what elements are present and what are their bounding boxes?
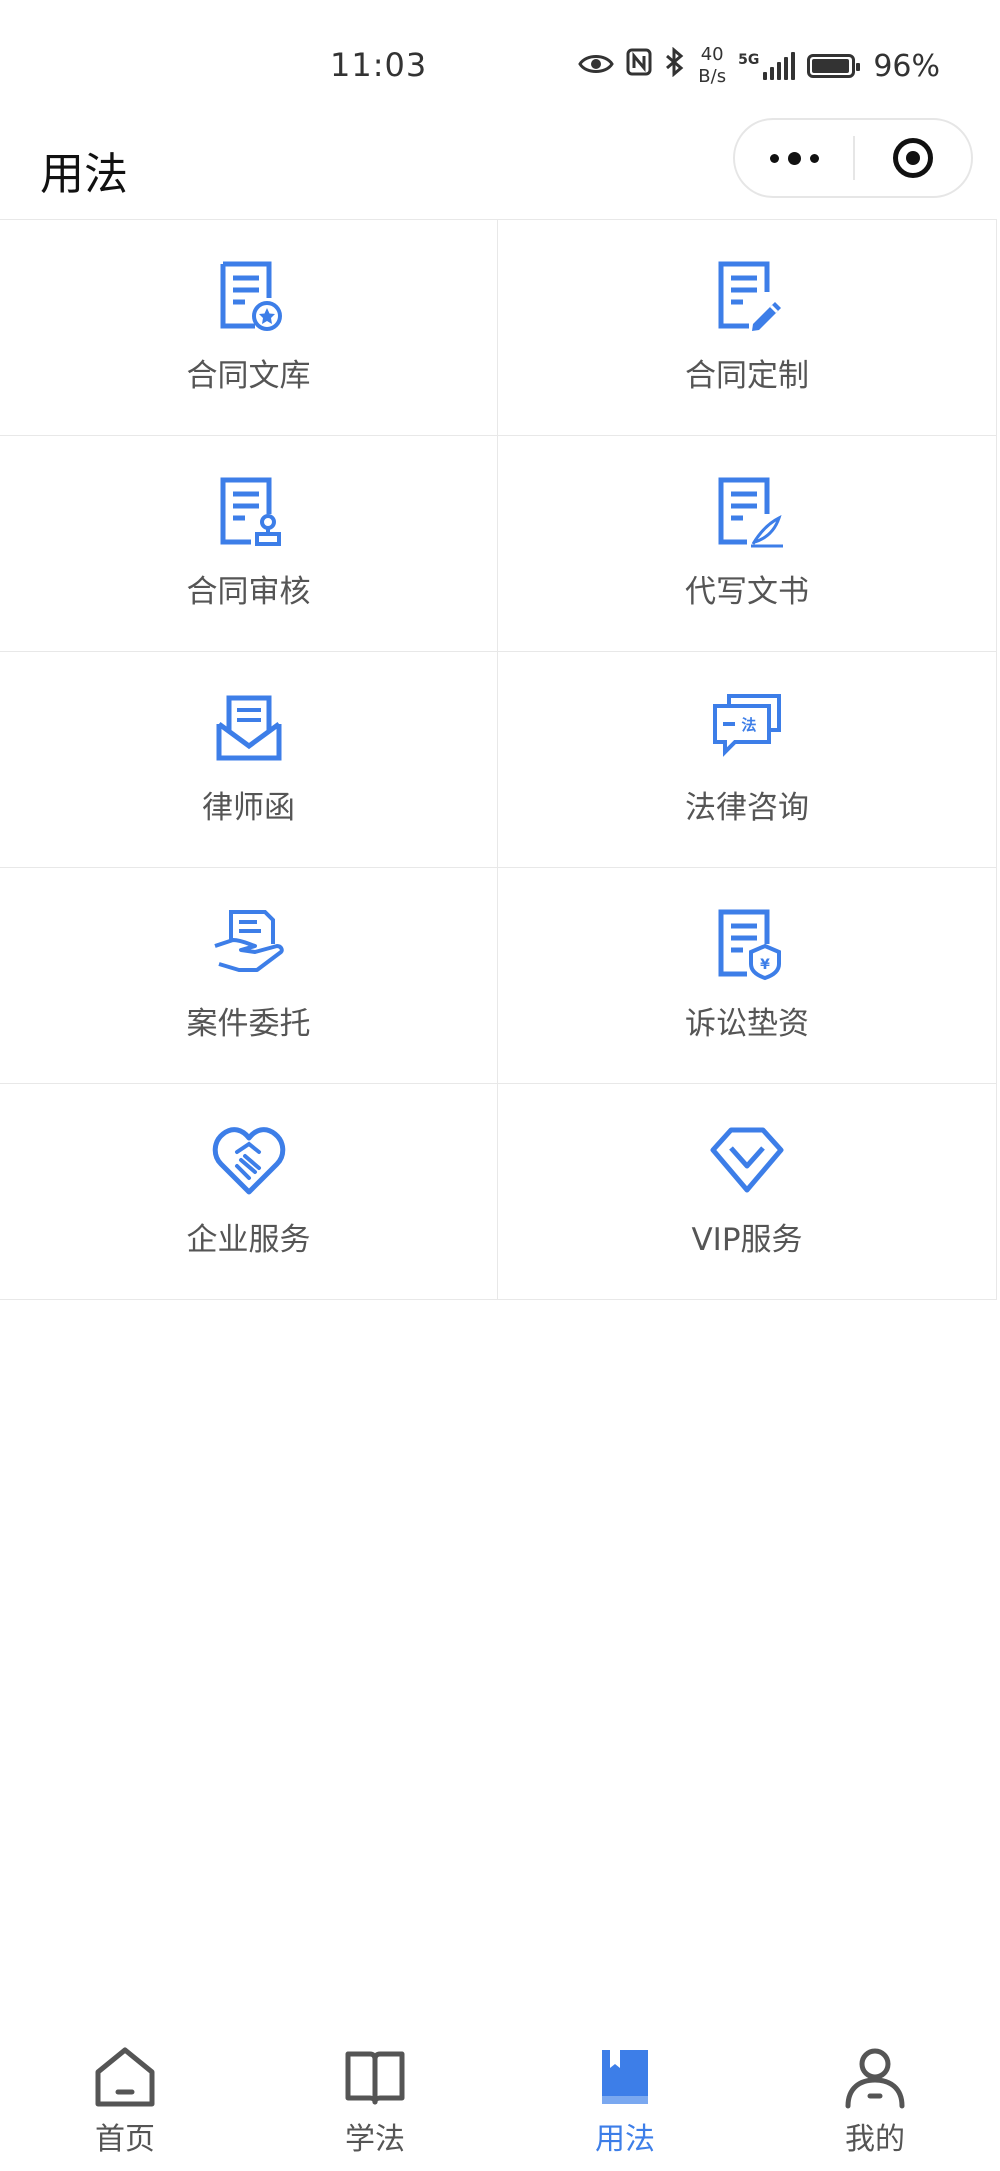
net-speed-unit: B/s (698, 66, 727, 87)
service-label: 律师函 (202, 790, 295, 826)
network-type: 5G (738, 52, 760, 68)
legal-consult-icon: 法 (713, 694, 781, 757)
enterprise-service-icon (212, 1127, 285, 1195)
svg-text:法: 法 (741, 716, 756, 734)
service-label: 企业服务 (186, 1222, 311, 1258)
battery-percent: 96% (873, 48, 940, 84)
tab-mine[interactable]: 我的 (750, 2030, 1000, 2171)
tab-bar: 首页 学法 用法 我的 (0, 2030, 1000, 2171)
tab-label: 用法 (595, 2122, 655, 2157)
tab-learn[interactable]: 学法 (250, 2030, 500, 2171)
status-icons: 40 B/s 5G 96% (578, 44, 940, 88)
nav-bar: 用法 (0, 118, 1000, 218)
page-title: 用法 (40, 149, 128, 200)
lawyer-letter-icon (216, 695, 281, 761)
service-vip[interactable]: VIP服务 (498, 1084, 997, 1300)
nfc-icon (626, 48, 652, 84)
service-enterprise[interactable]: 企业服务 (0, 1084, 498, 1300)
book-icon (345, 2051, 405, 2105)
service-label: 案件委托 (186, 1006, 311, 1042)
vip-service-icon (710, 1127, 784, 1193)
svg-text:¥: ¥ (760, 957, 770, 973)
bluetooth-icon (664, 46, 686, 85)
net-speed-value: 40 (700, 44, 724, 65)
close-button[interactable] (855, 138, 971, 178)
contract-review-icon (220, 477, 281, 546)
service-contract-custom[interactable]: 合同定制 (498, 220, 997, 436)
mini-program-capsule (733, 118, 973, 198)
tab-label: 我的 (845, 2122, 905, 2157)
tab-home[interactable]: 首页 (0, 2030, 250, 2171)
service-label: 合同审核 (186, 574, 311, 610)
service-label: 代写文书 (685, 574, 809, 610)
contract-library-icon (220, 261, 282, 331)
home-icon (95, 2047, 155, 2107)
net-speed: 40 B/s (698, 44, 726, 88)
eye-icon (578, 49, 615, 84)
service-label: 诉讼垫资 (685, 1006, 809, 1042)
service-label: 合同定制 (685, 358, 809, 394)
litigation-funding-icon: ¥ (718, 909, 781, 981)
status-time: 11:03 (330, 46, 428, 84)
service-label: 法律咨询 (685, 790, 809, 826)
services-grid: 合同文库 合同定制 合同审核 代写文书 律师函 法 法律咨询 案件委托 ¥ 诉讼… (0, 219, 997, 1300)
tab-label: 首页 (95, 2122, 155, 2157)
bookmark-book-icon (602, 2050, 648, 2104)
service-contract-library[interactable]: 合同文库 (0, 220, 498, 436)
tab-label: 学法 (345, 2122, 405, 2157)
more-button[interactable] (735, 120, 853, 196)
close-target-icon (893, 138, 933, 178)
tab-use[interactable]: 用法 (500, 2030, 750, 2171)
service-case-entrust[interactable]: 案件委托 (0, 868, 498, 1084)
document-writing-icon (718, 477, 783, 548)
contract-custom-icon (718, 261, 781, 331)
status-bar: 11:03 40 B/s 5G 96% (0, 0, 1000, 130)
service-document-writing[interactable]: 代写文书 (498, 436, 997, 652)
user-icon (845, 2048, 905, 2109)
service-label: 合同文库 (186, 358, 311, 394)
service-legal-consult[interactable]: 法 法律咨询 (498, 652, 997, 868)
service-label: VIP服务 (691, 1222, 803, 1258)
more-icon (769, 151, 819, 165)
service-contract-review[interactable]: 合同审核 (0, 436, 498, 652)
service-litigation-funding[interactable]: ¥ 诉讼垫资 (498, 868, 997, 1084)
case-entrust-icon (213, 910, 284, 972)
service-lawyer-letter[interactable]: 律师函 (0, 652, 498, 868)
signal-icon: 5G (738, 52, 796, 80)
battery-icon (807, 54, 861, 78)
